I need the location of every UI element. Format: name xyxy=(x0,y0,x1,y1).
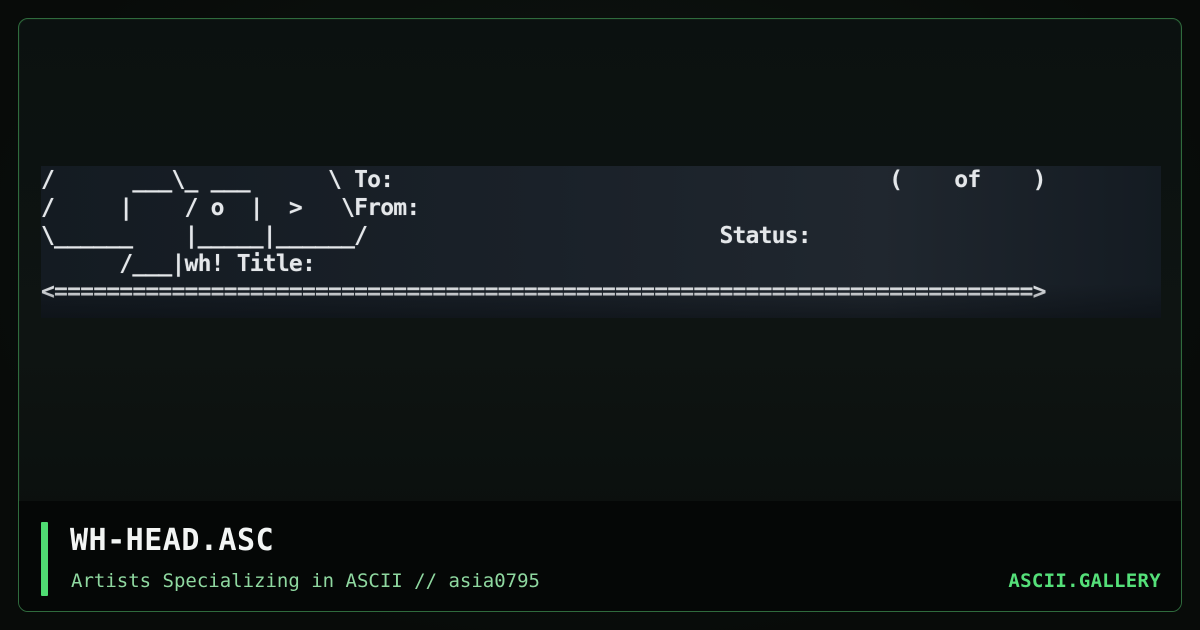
ascii-art-panel: / ___\_ ___ \ To: ( of ) / | / o | > \Fr… xyxy=(41,166,1161,318)
caption-bar: WH-HEAD.ASC Artists Specializing in ASCI… xyxy=(19,501,1181,611)
page: / ___\_ ___ \ To: ( of ) / | / o | > \Fr… xyxy=(0,0,1200,630)
artwork-subtitle: Artists Specializing in ASCII // asia079… xyxy=(71,570,540,592)
site-name[interactable]: ASCII.GALLERY xyxy=(1008,569,1161,593)
artwork-title: WH-HEAD.ASC xyxy=(70,523,275,558)
ascii-art: / ___\_ ___ \ To: ( of ) / | / o | > \Fr… xyxy=(41,167,1046,305)
card-frame: / ___\_ ___ \ To: ( of ) / | / o | > \Fr… xyxy=(18,18,1182,612)
accent-stripe xyxy=(41,522,48,596)
